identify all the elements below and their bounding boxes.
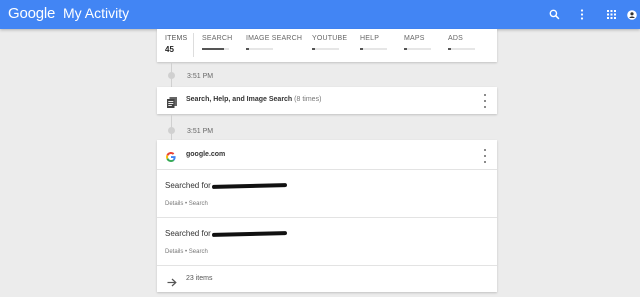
category-label: IMAGE SEARCH	[246, 35, 303, 42]
category-image-search[interactable]: IMAGE SEARCH	[246, 35, 302, 50]
category-bar	[448, 48, 475, 50]
category-bar	[404, 48, 431, 50]
google-g-icon	[166, 149, 176, 167]
apps-icon[interactable]	[605, 0, 617, 29]
timestamp: 3:51 PM	[187, 73, 214, 80]
summary-divider	[193, 33, 194, 57]
page-title[interactable]: My Activity	[63, 5, 129, 21]
category-help[interactable]: HELP	[360, 35, 387, 50]
category-bar-fill	[404, 48, 407, 50]
category-search[interactable]: SEARCH	[202, 35, 232, 50]
items-label: ITEMS	[165, 35, 188, 42]
category-label: ADS	[448, 35, 463, 42]
timeline-dot	[168, 127, 175, 134]
category-label: YOUTUBE	[312, 35, 348, 42]
category-bar-fill	[312, 48, 315, 50]
category-bar-fill	[202, 48, 224, 50]
card-header: google.com	[157, 140, 497, 170]
bundle-count: (8 times)	[294, 96, 322, 103]
activity-action: Searched for	[165, 229, 287, 238]
more-vert-icon[interactable]	[482, 149, 488, 163]
google-activity-card: google.com Searched for Details • Search…	[157, 140, 497, 292]
activity-meta[interactable]: Details • Search	[165, 249, 208, 255]
arrow-right-icon	[167, 274, 177, 292]
activity-meta[interactable]: Details • Search	[165, 201, 208, 207]
timeline-dot	[168, 72, 175, 79]
document-icon	[167, 95, 177, 113]
more-vert-icon[interactable]	[482, 94, 488, 108]
timestamp: 3:51 PM	[187, 128, 214, 135]
bundle-title: Search, Help, and Image Search (8 times)	[186, 96, 321, 103]
activity-action-text: Searched for	[165, 229, 211, 238]
category-bar	[246, 48, 273, 50]
category-ads[interactable]: ADS	[448, 35, 475, 50]
activity-entry[interactable]: Searched for Details • Search	[157, 218, 497, 266]
activity-entry[interactable]: Searched for Details • Search	[157, 170, 497, 218]
items-summary: ITEMS 45	[165, 35, 187, 54]
category-label: MAPS	[404, 35, 425, 42]
items-count: 45	[165, 45, 174, 54]
card-title[interactable]: google.com	[186, 151, 225, 158]
bundle-title-text: Search, Help, and Image Search	[186, 96, 293, 103]
activity-bundle-card[interactable]: Search, Help, and Image Search (8 times)	[157, 87, 497, 114]
account-icon[interactable]	[626, 0, 638, 29]
category-bar-fill	[448, 48, 451, 50]
category-label: SEARCH	[202, 35, 233, 42]
category-bar-fill	[360, 48, 363, 50]
category-bar	[360, 48, 387, 50]
category-bar	[202, 48, 229, 50]
category-maps[interactable]: MAPS	[404, 35, 431, 50]
category-bar-fill	[246, 48, 249, 50]
search-icon[interactable]	[547, 0, 561, 29]
redacted-query	[211, 182, 287, 189]
activity-action: Searched for	[165, 181, 287, 190]
summary-card: ITEMS 45 SEARCH IMAGE SEARCH YOUTUBE HEL…	[157, 29, 497, 62]
more-items-label: 23 items	[186, 275, 213, 282]
redacted-query	[211, 230, 287, 237]
category-label: HELP	[360, 35, 380, 42]
more-items-link[interactable]: 23 items	[157, 265, 497, 292]
more-vert-icon[interactable]	[578, 0, 586, 29]
category-bar	[312, 48, 339, 50]
category-youtube[interactable]: YOUTUBE	[312, 35, 347, 50]
google-logo[interactable]: Google	[8, 5, 55, 22]
activity-action-text: Searched for	[165, 181, 211, 190]
top-app-bar: Google My Activity	[0, 0, 640, 29]
